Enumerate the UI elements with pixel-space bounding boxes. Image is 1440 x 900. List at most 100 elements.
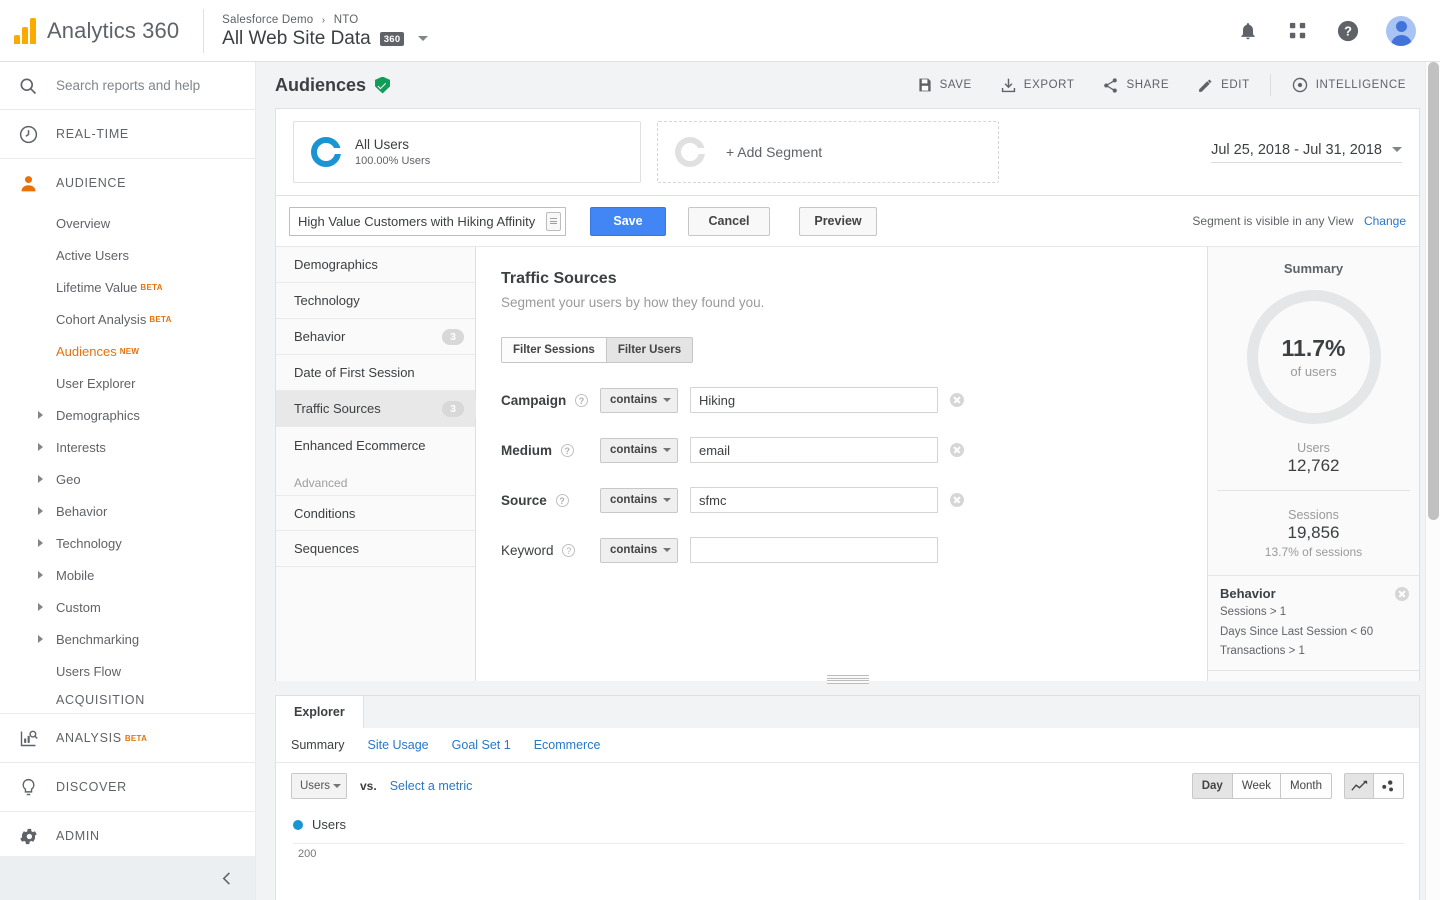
- value-input-source[interactable]: [690, 487, 938, 513]
- sidebar-item-behavior[interactable]: Behavior: [0, 495, 255, 527]
- value-input-keyword[interactable]: [690, 537, 938, 563]
- person-icon: [0, 173, 56, 194]
- sidebar-collapse-button[interactable]: [0, 856, 255, 900]
- save-segment-button[interactable]: Save: [590, 206, 666, 236]
- segment-name-template-icon[interactable]: [546, 211, 561, 231]
- bell-icon[interactable]: [1236, 19, 1260, 43]
- field-label: Campaign ?: [501, 393, 591, 408]
- sidebar-item-audiences[interactable]: Audiences NEW: [0, 335, 255, 367]
- sidebar-group-admin[interactable]: ADMIN: [0, 812, 255, 861]
- sidebar-group-real-time[interactable]: REAL-TIME: [0, 110, 255, 159]
- share-button[interactable]: SHARE: [1088, 68, 1183, 102]
- segment-name-input[interactable]: [298, 213, 546, 229]
- apps-grid-icon[interactable]: [1286, 19, 1310, 43]
- operator-select-keyword[interactable]: contains: [600, 537, 678, 563]
- operator-select-medium[interactable]: contains: [600, 437, 678, 463]
- granularity-day[interactable]: Day: [1191, 773, 1233, 799]
- remove-field-medium[interactable]: [950, 443, 964, 457]
- edit-button[interactable]: EDIT: [1183, 68, 1264, 102]
- question-mark-icon[interactable]: ?: [555, 494, 569, 507]
- sidebar-item-interests[interactable]: Interests: [0, 431, 255, 463]
- primary-metric-select[interactable]: Users: [291, 773, 347, 799]
- field-row-source: Source ? contains: [501, 487, 1207, 513]
- sidebar-item-geo[interactable]: Geo: [0, 463, 255, 495]
- select-metric-link[interactable]: Select a metric: [390, 779, 473, 793]
- line-chart-view-button[interactable]: [1344, 773, 1374, 799]
- scatter-plot-view-button[interactable]: [1374, 773, 1404, 799]
- remove-field-source[interactable]: [950, 493, 964, 507]
- sidebar-item-label: Audiences: [56, 343, 117, 359]
- avatar[interactable]: [1386, 15, 1416, 46]
- segment-name-field[interactable]: [289, 206, 566, 236]
- operator-select-campaign[interactable]: contains: [600, 387, 678, 413]
- builder-form-panel: Traffic Sources Segment your users by ho…: [476, 247, 1207, 681]
- sidebar-item-demographics[interactable]: Demographics: [0, 399, 255, 431]
- sidebar-item-mobile[interactable]: Mobile: [0, 559, 255, 591]
- operator-select-source[interactable]: contains: [600, 487, 678, 513]
- add-segment-button[interactable]: + Add Segment: [657, 121, 999, 183]
- sidebar-item-users-flow[interactable]: Users Flow: [0, 655, 255, 687]
- granularity-week[interactable]: Week: [1232, 773, 1282, 799]
- sidebar-group-acquisition[interactable]: ACQUISITION: [0, 687, 255, 713]
- category-sequences[interactable]: Sequences: [276, 531, 475, 567]
- category-date-of-first-session[interactable]: Date of First Session: [276, 355, 475, 391]
- sidebar-item-cohort-analysis[interactable]: Cohort Analysis BETA: [0, 303, 255, 335]
- category-enhanced-ecommerce[interactable]: Enhanced Ecommerce: [276, 427, 475, 463]
- cancel-button[interactable]: Cancel: [688, 206, 770, 236]
- category-demographics[interactable]: Demographics: [276, 247, 475, 283]
- sidebar-group-discover[interactable]: DISCOVER: [0, 763, 255, 812]
- subtab-site-usage[interactable]: Site Usage: [367, 738, 428, 752]
- search-input[interactable]: [56, 78, 236, 93]
- metric-selector-row: Users vs. Select a metric Day Week Month: [276, 763, 1419, 809]
- sidebar-item-benchmarking[interactable]: Benchmarking: [0, 623, 255, 655]
- remove-field-campaign[interactable]: [950, 393, 964, 407]
- help-icon[interactable]: ?: [1336, 19, 1360, 43]
- summary-card-line: Days Since Last Session < 60: [1220, 625, 1374, 638]
- builder-resize-handle[interactable]: [826, 675, 869, 684]
- preview-button[interactable]: Preview: [799, 206, 877, 236]
- sidebar-subitems: Overview Active Users Lifetime Value BETA…: [0, 207, 255, 687]
- sidebar-search[interactable]: [0, 62, 255, 110]
- account-selector[interactable]: Salesforce Demo › NTO All Web Site Data …: [222, 12, 429, 50]
- subtab-summary[interactable]: Summary: [291, 738, 344, 752]
- page-scrollbar[interactable]: [1425, 62, 1440, 900]
- action-label: SAVE: [939, 79, 972, 91]
- filter-users-button[interactable]: Filter Users: [606, 337, 694, 363]
- value-input-campaign[interactable]: [690, 387, 938, 413]
- category-traffic-sources[interactable]: Traffic Sources 3: [276, 391, 484, 427]
- question-mark-icon[interactable]: ?: [562, 544, 576, 557]
- category-behavior[interactable]: Behavior 3: [276, 319, 475, 355]
- export-button[interactable]: EXPORT: [986, 68, 1089, 102]
- metric-label: Sessions: [1288, 508, 1339, 522]
- question-mark-icon[interactable]: ?: [575, 394, 589, 407]
- sidebar-group-analysis[interactable]: ANALYSIS BETA: [0, 713, 255, 763]
- question-mark-icon[interactable]: ?: [560, 444, 574, 457]
- sidebar-item-lifetime-value[interactable]: Lifetime Value BETA: [0, 271, 255, 303]
- chevron-right-icon: [38, 635, 43, 643]
- save-button[interactable]: SAVE: [903, 68, 986, 102]
- remove-summary-card-behavior[interactable]: [1395, 587, 1409, 601]
- sidebar-item-custom[interactable]: Custom: [0, 591, 255, 623]
- granularity-month[interactable]: Month: [1281, 773, 1332, 799]
- category-conditions[interactable]: Conditions: [276, 495, 475, 531]
- view-badge-360: 360: [379, 31, 405, 46]
- sidebar-item-active-users[interactable]: Active Users: [0, 239, 255, 271]
- filter-sessions-button[interactable]: Filter Sessions: [501, 337, 607, 363]
- sidebar-item-technology[interactable]: Technology: [0, 527, 255, 559]
- change-visibility-link[interactable]: Change: [1364, 214, 1406, 228]
- sidebar-item-user-explorer[interactable]: User Explorer: [0, 367, 255, 399]
- subtab-ecommerce[interactable]: Ecommerce: [534, 738, 601, 752]
- intelligence-button[interactable]: INTELLIGENCE: [1277, 68, 1420, 102]
- category-technology[interactable]: Technology: [276, 283, 475, 319]
- segment-donut-icon: [675, 137, 705, 167]
- value-input-medium[interactable]: [690, 437, 938, 463]
- sidebar-item-overview[interactable]: Overview: [0, 207, 255, 239]
- date-range-picker[interactable]: Jul 25, 2018 - Jul 31, 2018: [1211, 142, 1402, 163]
- sidebar-group-audience[interactable]: AUDIENCE Overview Active Users Lifetime …: [0, 159, 255, 713]
- chevron-down-icon[interactable]: [418, 36, 429, 41]
- tab-explorer[interactable]: Explorer: [276, 696, 364, 728]
- page-scrollbar-thumb[interactable]: [1428, 62, 1439, 520]
- subtab-goal-set-1[interactable]: Goal Set 1: [452, 738, 511, 752]
- line-chart-icon: [1350, 780, 1367, 791]
- segment-chip-all-users[interactable]: All Users 100.00% Users: [293, 121, 641, 183]
